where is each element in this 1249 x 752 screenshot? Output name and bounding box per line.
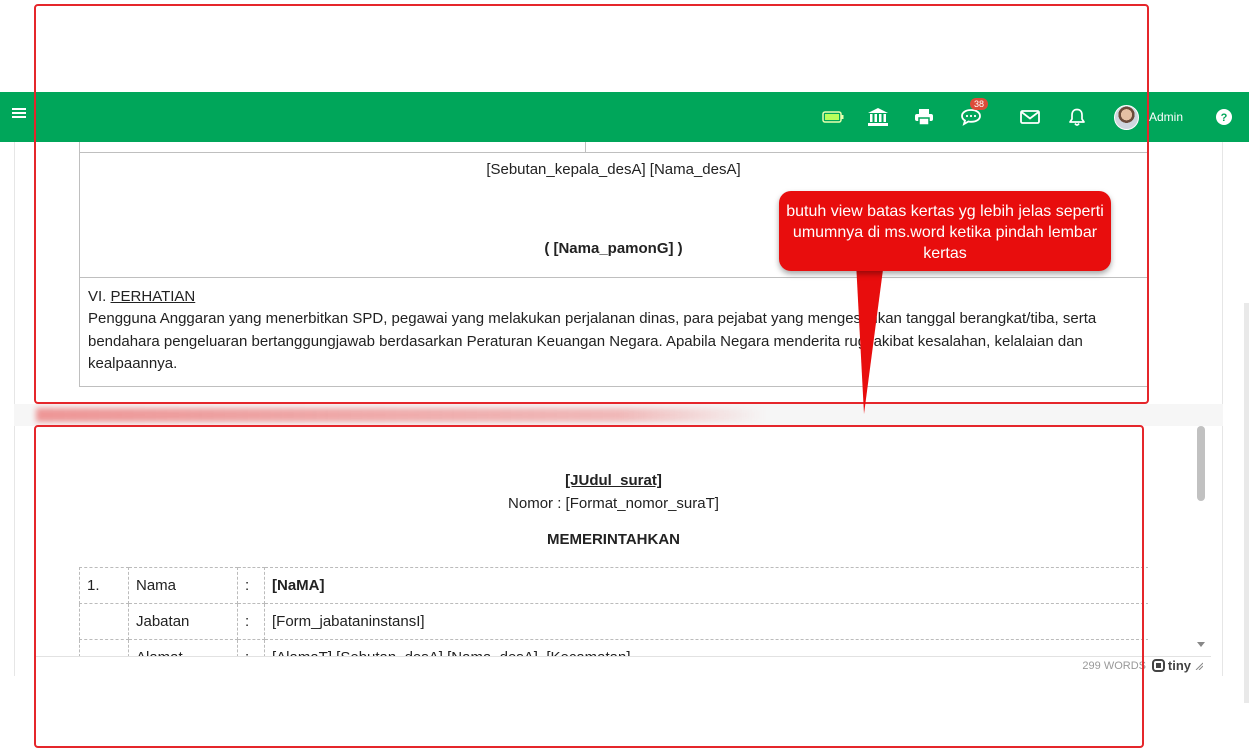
tiny-logo[interactable]: tiny <box>1151 658 1203 673</box>
user-menu[interactable]: Admin <box>1114 104 1183 130</box>
row-number <box>79 603 129 640</box>
battery-icon[interactable] <box>822 106 844 128</box>
letter-number: Nomor : [Format_nomor_suraT] <box>508 495 719 512</box>
bank-icon[interactable] <box>867 106 889 128</box>
row-label: Nama <box>128 567 238 604</box>
editor-statusbar: 299 WORDS tiny <box>34 656 1211 675</box>
scroll-down-icon[interactable] <box>1197 642 1205 647</box>
table-row: Alamat : [AlamaT] [Sebutan_desA] [Nama_d… <box>79 639 1148 656</box>
signature-title: [Sebutan_kepala_desA] [Nama_desA] <box>486 160 741 178</box>
tiny-logo-icon <box>1151 659 1165 672</box>
svg-text:?: ? <box>1221 112 1228 124</box>
chat-count-badge: 38 <box>970 98 989 110</box>
row-number <box>79 639 129 656</box>
table-row: Jabatan : [Form_jabataninstansI] <box>79 603 1148 640</box>
section-number: VI. <box>88 287 111 305</box>
bell-icon[interactable] <box>1066 106 1088 128</box>
letter-title: [JUdul_surat] <box>565 472 662 489</box>
row-value: [NaMA] <box>264 567 1148 604</box>
row-value: [Form_jabataninstansI] <box>264 603 1148 640</box>
table-row: 1. Nama : [NaMA] <box>79 567 1148 604</box>
row-label: Jabatan <box>128 603 238 640</box>
printer-icon[interactable] <box>913 106 935 128</box>
help-icon[interactable]: ? <box>1213 106 1235 128</box>
letter-heading: MEMERINTAHKAN <box>546 531 681 548</box>
editor-scrollbar[interactable] <box>1197 426 1205 501</box>
row-number: 1. <box>79 567 129 604</box>
resize-handle-icon[interactable] <box>1194 661 1203 670</box>
chat-icon[interactable]: 38 <box>960 98 989 128</box>
document-page-2[interactable]: [JUdul_surat] Nomor : [Format_nomor_sura… <box>79 426 1148 656</box>
top-navbar: 38 Admin ? <box>0 92 1249 142</box>
perhatian-section: VI. PERHATIAN Pengguna Anggaran yang men… <box>79 276 1148 387</box>
row-label: Alamat <box>128 639 238 656</box>
employee-table: 1. Nama : [NaMA] Jabatan : [Form_jabatan… <box>79 567 1148 656</box>
row-separator: : <box>237 603 265 640</box>
row-separator: : <box>237 567 265 604</box>
annotation-callout: butuh view batas kertas yg lebih jelas s… <box>779 191 1111 271</box>
avatar <box>1114 104 1139 130</box>
row-value: [AlamaT] [Sebutan_desA] [Nama_desA], [Ke… <box>264 639 1148 656</box>
page-break-gap <box>14 404 1223 426</box>
mail-icon[interactable] <box>1019 106 1041 128</box>
menu-toggle-icon[interactable] <box>12 106 26 120</box>
section-title: PERHATIAN <box>110 287 196 305</box>
section-text: Pengguna Anggaran yang menerbitkan SPD, … <box>88 310 1097 372</box>
word-count[interactable]: 299 WORDS <box>1082 660 1146 672</box>
window-scrollbar[interactable] <box>1244 303 1249 703</box>
user-name: Admin <box>1149 110 1184 124</box>
row-separator: : <box>237 639 265 656</box>
